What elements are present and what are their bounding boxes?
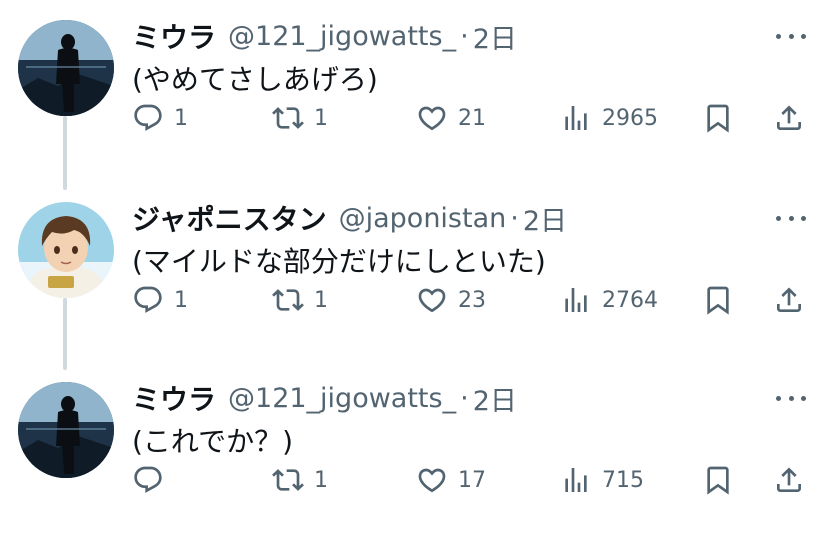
like-button[interactable]: 17 (416, 460, 486, 500)
tweet-text: (これでか？) (132, 425, 294, 458)
views-icon (560, 102, 592, 134)
bookmark-button[interactable] (702, 280, 734, 320)
share-icon (773, 284, 805, 316)
retweet-button[interactable]: 1 (272, 98, 328, 138)
views-icon (560, 284, 592, 316)
reply-icon (132, 102, 164, 134)
display-name[interactable]: ミウラ (132, 378, 216, 418)
separator: · (460, 20, 469, 52)
views-count: 2764 (602, 287, 658, 313)
timestamp[interactable]: 2日 (473, 17, 517, 56)
tweet[interactable]: ミウラ @121_jigowatts_ · 2日 (これでか？) 1 17 71… (0, 362, 828, 544)
tweet-header: ミウラ @121_jigowatts_ · 2日 (132, 16, 517, 56)
views-count: 2965 (602, 105, 658, 131)
views-button[interactable]: 2764 (560, 280, 658, 320)
share-icon (773, 102, 805, 134)
bookmark-icon (702, 284, 734, 316)
share-icon (773, 464, 805, 496)
share-button[interactable] (773, 460, 805, 500)
retweet-icon (272, 464, 304, 496)
more-icon[interactable] (776, 208, 806, 228)
like-button[interactable]: 23 (416, 280, 486, 320)
reply-count: 1 (174, 105, 188, 131)
share-button[interactable] (773, 280, 805, 320)
reply-button[interactable]: 1 (132, 280, 188, 320)
reply-icon (132, 464, 164, 496)
retweet-count: 1 (314, 467, 328, 493)
tweet-text: (やめてさしあげろ) (132, 63, 378, 96)
tweet[interactable]: ミウラ @121_jigowatts_ · 2日 (やめてさしあげろ) 1 1 … (0, 0, 828, 182)
retweet-icon (272, 284, 304, 316)
user-handle[interactable]: @121_jigowatts_ (228, 21, 456, 52)
retweet-button[interactable]: 1 (272, 280, 328, 320)
timestamp[interactable]: 2日 (473, 379, 517, 418)
bookmark-icon (702, 464, 734, 496)
views-count: 715 (602, 467, 644, 493)
retweet-button[interactable]: 1 (272, 460, 328, 500)
tweet-header: ジャポニスタン @japonistan · 2日 (132, 198, 567, 238)
action-bar: 1 1 21 2965 (0, 98, 828, 138)
tweet[interactable]: ジャポニスタン @japonistan · 2日 (マイルドな部分だけにしといた… (0, 182, 828, 364)
bookmark-icon (702, 102, 734, 134)
like-count: 23 (458, 287, 486, 313)
share-button[interactable] (773, 98, 805, 138)
retweet-count: 1 (314, 105, 328, 131)
bookmark-button[interactable] (702, 98, 734, 138)
reply-button[interactable]: 1 (132, 98, 188, 138)
action-bar: 1 17 715 (0, 460, 828, 500)
like-icon (416, 284, 448, 316)
like-button[interactable]: 21 (416, 98, 486, 138)
like-icon (416, 102, 448, 134)
reply-button[interactable] (132, 460, 174, 500)
reply-count: 1 (174, 287, 188, 313)
timestamp[interactable]: 2日 (523, 199, 567, 238)
more-icon[interactable] (776, 26, 806, 46)
display-name[interactable]: ミウラ (132, 16, 216, 56)
separator: · (510, 202, 519, 234)
tweet-text: (マイルドな部分だけにしといた) (132, 245, 546, 278)
retweet-count: 1 (314, 287, 328, 313)
views-button[interactable]: 715 (560, 460, 644, 500)
bookmark-button[interactable] (702, 460, 734, 500)
views-icon (560, 464, 592, 496)
views-button[interactable]: 2965 (560, 98, 658, 138)
user-handle[interactable]: @121_jigowatts_ (228, 383, 456, 414)
like-count: 17 (458, 467, 486, 493)
retweet-icon (272, 102, 304, 134)
tweet-header: ミウラ @121_jigowatts_ · 2日 (132, 378, 517, 418)
user-handle[interactable]: @japonistan (339, 203, 507, 234)
reply-icon (132, 284, 164, 316)
like-count: 21 (458, 105, 486, 131)
action-bar: 1 1 23 2764 (0, 280, 828, 320)
like-icon (416, 464, 448, 496)
separator: · (460, 382, 469, 414)
more-icon[interactable] (776, 388, 806, 408)
display-name[interactable]: ジャポニスタン (132, 198, 327, 238)
